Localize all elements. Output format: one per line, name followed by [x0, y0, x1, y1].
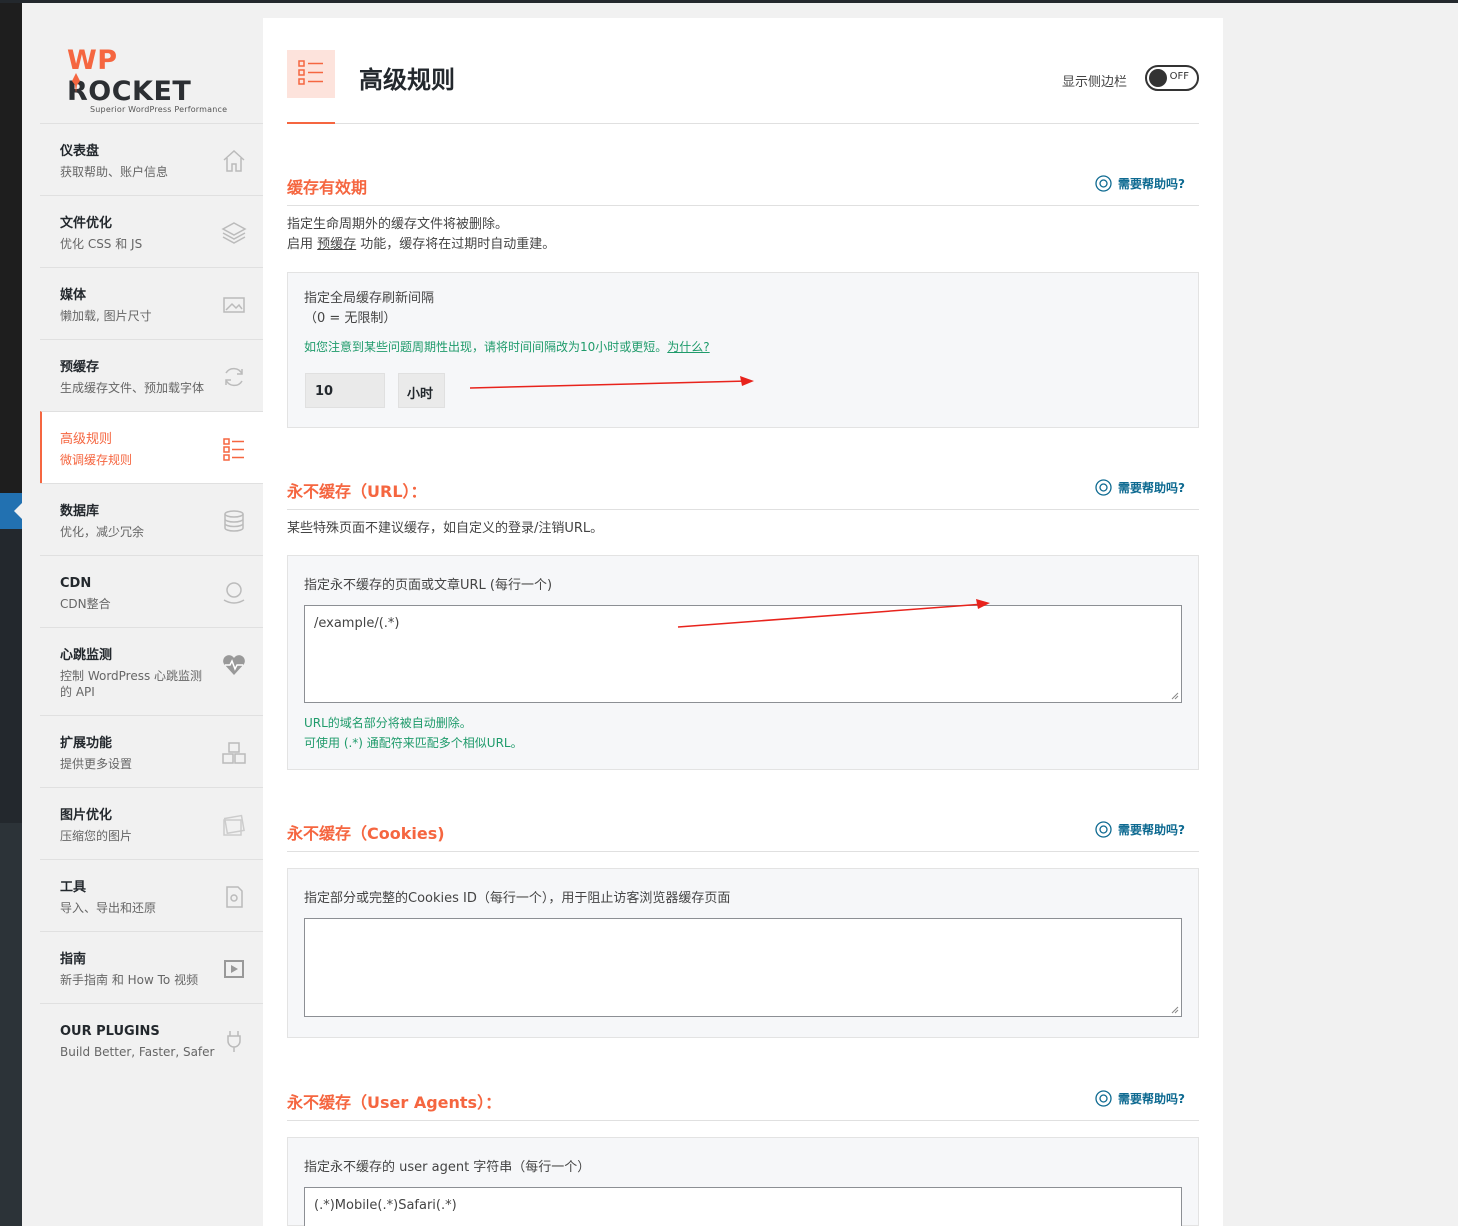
- never-cache-cookies-panel: 指定部分或完整的Cookies ID（每行一个），用于阻止访客浏览器缓存页面: [287, 868, 1199, 1038]
- never-cache-cookies-textarea[interactable]: [304, 918, 1182, 1017]
- section-never-cache-cookies: 永不缓存（Cookies) 需要帮助吗?: [287, 820, 1199, 852]
- checklist-icon: [223, 438, 244, 461]
- cache-lifespan-input[interactable]: 10: [305, 373, 385, 408]
- help-link[interactable]: 需要帮助吗?: [1095, 821, 1185, 838]
- never-cache-url-panel: 指定永不缓存的页面或文章URL (每行一个) /example/(.*) URL…: [287, 555, 1199, 770]
- resize-handle[interactable]: [1171, 1006, 1179, 1014]
- nav-item-advanced-rules[interactable]: 高级规则 微调缓存规则: [40, 411, 263, 483]
- heartbeat-icon: [223, 655, 245, 675]
- nav-item-dashboard[interactable]: 仪表盘 获取帮助、账户信息: [40, 123, 263, 195]
- home-icon: [223, 149, 245, 172]
- cache-lifespan-description: 指定生命周期外的缓存文件将被删除。 启用 预缓存 功能，缓存将在过期时自动重建。: [287, 217, 556, 252]
- help-link[interactable]: 需要帮助吗?: [1095, 1090, 1185, 1107]
- nav-item-tools[interactable]: 工具 导入、导出和还原: [40, 859, 263, 931]
- settings-nav: 仪表盘 获取帮助、账户信息 文件优化 优化 CSS 和 JS 媒体 懒加载, 图…: [40, 123, 263, 1075]
- rocket-flame-icon: [72, 73, 80, 93]
- advanced-rules-header-icon: [287, 50, 335, 98]
- show-sidebar-label: 显示侧边栏: [1061, 75, 1127, 90]
- photos-icon: [223, 814, 245, 836]
- help-link[interactable]: 需要帮助吗?: [1095, 479, 1185, 496]
- refresh-icon: [225, 367, 243, 387]
- section-never-cache-url: 永不缓存（URL）： 需要帮助吗?: [287, 478, 1199, 510]
- nav-item-media[interactable]: 媒体 懒加载, 图片尺寸: [40, 267, 263, 339]
- cache-lifespan-panel: 指定全局缓存刷新间隔 （0 = 无限制） 如您注意到某些问题周期性出现，请将时间…: [287, 272, 1199, 428]
- why-link[interactable]: 为什么?: [667, 340, 709, 354]
- nav-item-preload[interactable]: 预缓存 生成缓存文件、预加载字体: [40, 339, 263, 411]
- lifebuoy-icon: [1095, 479, 1112, 496]
- wp-admin-menu-strip: [0, 3, 22, 1226]
- page-header: 高级规则 显示侧边栏 OFF: [287, 18, 1199, 124]
- file-gear-icon: [226, 886, 243, 908]
- never-cache-user-agents-textarea[interactable]: (.*)Mobile(.*)Safari(.*): [304, 1187, 1182, 1226]
- wp-rocket-logo: WP ROCKET Superior WordPress Performance: [67, 45, 228, 114]
- resize-handle[interactable]: [1171, 692, 1179, 700]
- section-never-cache-user-agents: 永不缓存（User Agents）： 需要帮助吗?: [287, 1089, 1199, 1121]
- nav-item-file-optimization[interactable]: 文件优化 优化 CSS 和 JS: [40, 195, 263, 267]
- show-sidebar-toggle[interactable]: OFF: [1145, 65, 1199, 91]
- plug-icon: [227, 1031, 241, 1052]
- nav-item-heartbeat[interactable]: 心跳监测 控制 WordPress 心跳监测的 API: [40, 627, 263, 715]
- layers-icon: [221, 222, 247, 244]
- lifebuoy-icon: [1095, 821, 1112, 838]
- nav-item-image-optimization[interactable]: 图片优化 压缩您的图片: [40, 787, 263, 859]
- nav-item-our-plugins[interactable]: OUR PLUGINS Build Better, Faster, Safer: [40, 1003, 263, 1075]
- video-icon: [224, 960, 244, 978]
- preload-link[interactable]: 预缓存: [317, 237, 356, 252]
- help-link[interactable]: 需要帮助吗?: [1095, 175, 1185, 192]
- nav-item-addons[interactable]: 扩展功能 提供更多设置: [40, 715, 263, 787]
- cache-lifespan-unit: 小时: [398, 373, 445, 408]
- never-cache-url-description: 某些特殊页面不建议缓存，如自定义的登录/注销URL。: [287, 521, 604, 536]
- image-icon: [223, 297, 245, 313]
- globe-hand-icon: [223, 582, 245, 604]
- cubes-icon: [222, 742, 246, 764]
- settings-content: 高级规则 显示侧边栏 OFF 缓存有效期 需要帮助吗? 指定生命周期外的缓存文件…: [263, 18, 1223, 1226]
- page-title: 高级规则: [359, 66, 455, 94]
- section-cache-lifespan: 缓存有效期 需要帮助吗?: [287, 174, 1199, 206]
- lifebuoy-icon: [1095, 175, 1112, 192]
- database-icon: [224, 510, 244, 532]
- nav-item-tutorials[interactable]: 指南 新手指南 和 How To 视频: [40, 931, 263, 1003]
- never-cache-user-agents-panel: 指定永不缓存的 user agent 字符串（每行一个） (.*)Mobile(…: [287, 1137, 1199, 1226]
- nav-item-cdn[interactable]: CDN CDN整合: [40, 555, 263, 627]
- lifebuoy-icon: [1095, 1090, 1112, 1107]
- annotation-arrow: [677, 599, 990, 628]
- annotation-arrow: [469, 376, 754, 389]
- rocket-sidebar: WP ROCKET Superior WordPress Performance…: [22, 3, 263, 1226]
- nav-item-database[interactable]: 数据库 优化，减少冗余: [40, 483, 263, 555]
